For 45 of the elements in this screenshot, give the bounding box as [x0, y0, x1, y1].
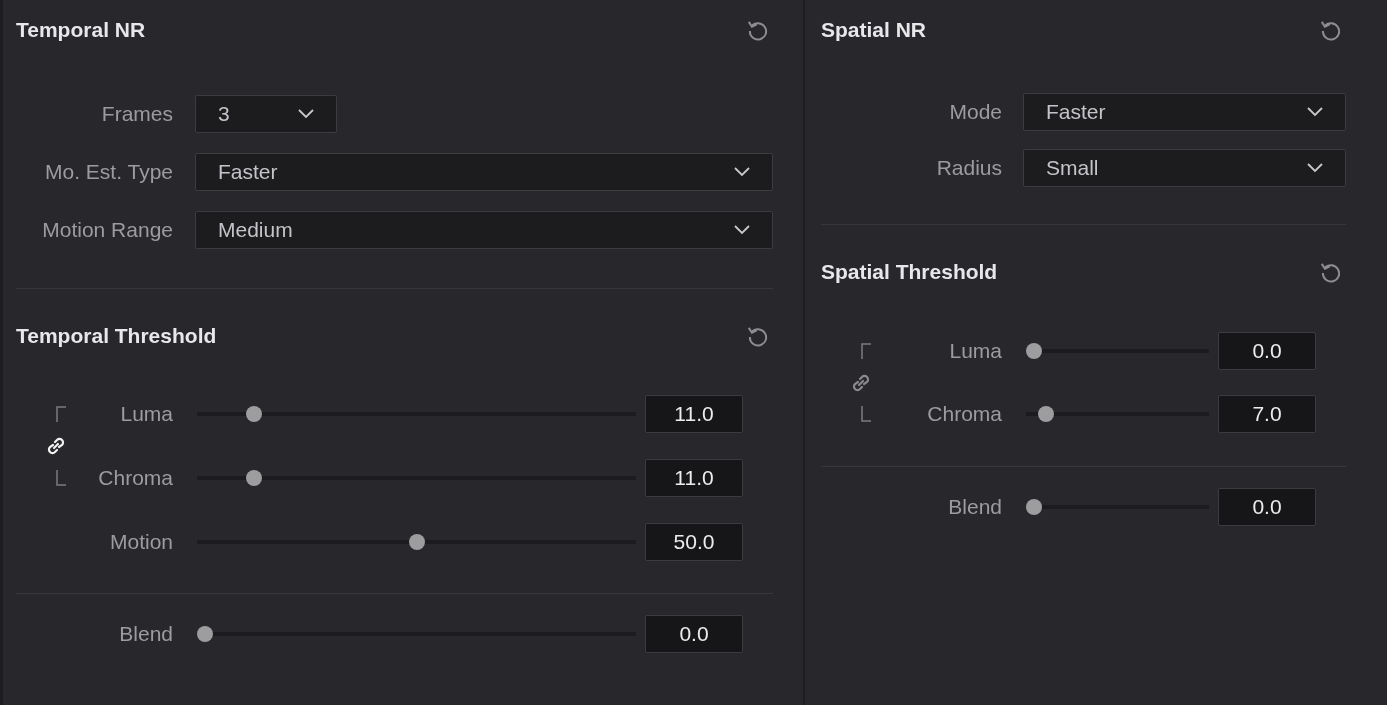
value-field[interactable]: 0.0	[1218, 488, 1316, 526]
slider-label: Luma	[119, 402, 173, 426]
bracket-icon	[861, 406, 871, 422]
dropdown[interactable]: Faster	[195, 153, 773, 191]
section-title: Temporal NR	[16, 18, 146, 42]
chevron-icon	[298, 109, 314, 119]
field-label: Mo. Est. Type	[44, 160, 173, 184]
dropdown[interactable]: 3	[195, 95, 337, 133]
slider-label: Chroma	[97, 466, 173, 490]
dropdown[interactable]: Small	[1023, 149, 1346, 187]
field-label: Frames	[100, 102, 173, 126]
value-field[interactable]: 0.0	[645, 615, 743, 653]
bracket-icon	[861, 343, 871, 359]
slider-thumb[interactable]	[1026, 499, 1042, 515]
value-field[interactable]: 11.0	[645, 395, 743, 433]
slider-thumb[interactable]	[197, 626, 213, 642]
section-title: Spatial Threshold	[821, 260, 998, 284]
section-title: Temporal Threshold	[16, 324, 217, 348]
value-field[interactable]: 7.0	[1218, 395, 1316, 433]
field-label: Mode	[948, 100, 1002, 124]
slider-label: Blend	[118, 622, 173, 646]
bracket-icon	[56, 470, 66, 486]
dropdown[interactable]: Medium	[195, 211, 773, 249]
section-title: Spatial NR	[821, 18, 927, 42]
bracket-icon	[56, 406, 66, 422]
chevron-icon	[734, 167, 750, 177]
value-field[interactable]: 11.0	[645, 459, 743, 497]
slider-label: Luma	[948, 339, 1002, 363]
slider-thumb[interactable]	[1037, 406, 1054, 422]
value-field[interactable]: 50.0	[645, 523, 743, 561]
slider-thumb[interactable]	[245, 470, 262, 486]
slider-label: Motion	[108, 530, 173, 554]
chevron-icon	[1307, 107, 1323, 117]
dropdown[interactable]: Faster	[1023, 93, 1346, 131]
chevron-icon	[734, 225, 750, 235]
slider-label: Blend	[947, 495, 1002, 519]
chevron-icon	[1307, 163, 1323, 173]
slider-thumb[interactable]	[1026, 343, 1042, 359]
field-label: Motion Range	[41, 218, 173, 242]
field-label: Radius	[935, 156, 1002, 180]
value-field[interactable]: 0.0	[1218, 332, 1316, 370]
slider-thumb[interactable]	[408, 534, 425, 550]
slider-label: Chroma	[926, 402, 1002, 426]
link-icon[interactable]	[46, 436, 66, 456]
slider-thumb[interactable]	[245, 406, 262, 422]
